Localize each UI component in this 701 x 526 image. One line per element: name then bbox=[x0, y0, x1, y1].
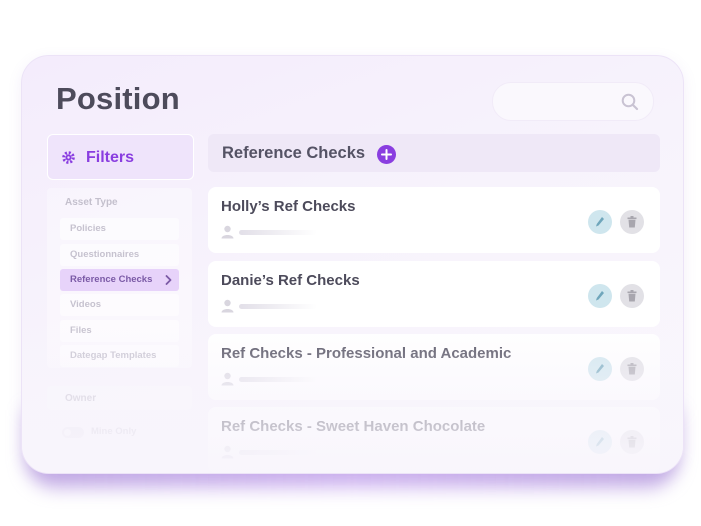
filters-sidebar: Filters Asset Type Policies Questionnair… bbox=[47, 134, 194, 473]
asset-type-label: Asset Type bbox=[65, 197, 118, 208]
search-input[interactable] bbox=[492, 82, 654, 121]
list-item[interactable]: Ref Checks - Professional and Academic bbox=[208, 334, 660, 400]
gear-icon bbox=[62, 151, 75, 164]
user-icon bbox=[221, 225, 234, 239]
chevron-right-icon bbox=[165, 275, 172, 285]
edit-button[interactable] bbox=[588, 284, 612, 308]
trash-icon bbox=[627, 290, 637, 302]
filter-item-questionnaires[interactable]: Questionnaires bbox=[60, 244, 179, 266]
filter-item-label: Reference Checks bbox=[70, 274, 153, 285]
filters-title: Filters bbox=[86, 149, 135, 166]
owner-placeholder bbox=[239, 450, 317, 455]
user-icon bbox=[221, 372, 234, 386]
page-title: Position bbox=[56, 81, 180, 116]
filter-item-dategap-templates[interactable]: Dategap Templates bbox=[60, 345, 179, 367]
reference-checks-header: Reference Checks bbox=[208, 134, 660, 172]
add-reference-check-button[interactable] bbox=[377, 145, 396, 164]
position-panel: Position Filters Asset Type Policies Que… bbox=[21, 55, 684, 474]
edit-button[interactable] bbox=[588, 210, 612, 234]
mine-only-toggle[interactable] bbox=[62, 427, 84, 438]
list-item-title: Ref Checks - Sweet Haven Chocolate bbox=[221, 418, 486, 435]
user-icon bbox=[221, 299, 234, 313]
list-item-title: Holly’s Ref Checks bbox=[221, 198, 356, 215]
filters-header[interactable]: Filters bbox=[47, 134, 194, 180]
owner-placeholder bbox=[239, 304, 317, 309]
owner-label: Owner bbox=[65, 393, 97, 404]
edit-button[interactable] bbox=[588, 357, 612, 381]
list-item[interactable]: Danie’s Ref Checks bbox=[208, 261, 660, 327]
pencil-icon bbox=[596, 437, 604, 447]
list-item-title: Ref Checks - Professional and Academic bbox=[221, 345, 512, 362]
pencil-icon bbox=[596, 217, 604, 227]
delete-button[interactable] bbox=[620, 284, 644, 308]
list-item-title: Danie’s Ref Checks bbox=[221, 272, 360, 289]
search-icon[interactable] bbox=[621, 93, 639, 111]
filter-item-reference-checks[interactable]: Reference Checks bbox=[60, 269, 179, 291]
filter-item-label: Policies bbox=[70, 223, 106, 234]
trash-icon bbox=[627, 363, 637, 375]
trash-icon bbox=[627, 216, 637, 228]
delete-button[interactable] bbox=[620, 357, 644, 381]
section-title: Reference Checks bbox=[222, 144, 366, 162]
trash-icon bbox=[627, 436, 637, 448]
user-icon bbox=[221, 445, 234, 459]
mine-only-label: Mine Only bbox=[91, 426, 137, 437]
owner-group[interactable]: Owner bbox=[47, 386, 192, 410]
owner-placeholder bbox=[239, 377, 317, 382]
filter-item-label: Videos bbox=[70, 299, 101, 310]
filter-item-videos[interactable]: Videos bbox=[60, 294, 179, 316]
delete-button[interactable] bbox=[620, 210, 644, 234]
asset-type-group: Asset Type Policies Questionnaires Refer… bbox=[47, 188, 192, 368]
filter-item-label: Dategap Templates bbox=[70, 350, 157, 361]
owner-placeholder bbox=[239, 230, 317, 235]
list-item[interactable]: Ref Checks - Sweet Haven Chocolate bbox=[208, 407, 660, 473]
delete-button[interactable] bbox=[620, 430, 644, 454]
edit-button[interactable] bbox=[588, 430, 612, 454]
pencil-icon bbox=[596, 291, 604, 301]
filter-item-label: Questionnaires bbox=[70, 249, 140, 260]
filter-item-label: Files bbox=[70, 325, 92, 336]
list-item[interactable]: Holly’s Ref Checks bbox=[208, 187, 660, 253]
filter-item-files[interactable]: Files bbox=[60, 320, 179, 342]
filter-item-policies[interactable]: Policies bbox=[60, 218, 179, 240]
plus-icon bbox=[381, 149, 392, 160]
pencil-icon bbox=[596, 364, 604, 374]
